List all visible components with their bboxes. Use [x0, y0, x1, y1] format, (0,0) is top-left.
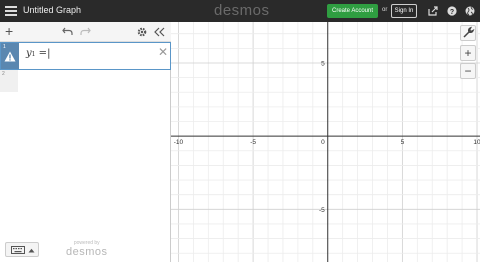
expression-equals: = — [38, 48, 48, 59]
graph-settings-button[interactable] — [460, 25, 476, 41]
expression-toolbar: + — [0, 22, 171, 42]
graph-title[interactable]: Untitled Graph — [23, 5, 81, 15]
expression-index: 2 — [2, 71, 5, 77]
share-icon[interactable] — [428, 6, 438, 16]
x-tick-label: -5 — [250, 139, 256, 146]
top-bar: Untitled Graph desmos Create Account or … — [0, 0, 480, 22]
powered-by-brand: desmos — [66, 246, 108, 258]
x-tick-label: -10 — [174, 139, 184, 146]
y-tick-label: 5 — [321, 60, 325, 67]
svg-text:?: ? — [450, 9, 454, 16]
caret-up-icon — [28, 248, 35, 253]
keypad-toggle-button[interactable] — [5, 242, 39, 257]
zoom-out-button[interactable]: − — [460, 63, 476, 79]
expression-list-panel: + 1 y1 =| ✕ 2 powered by desmos — [0, 22, 171, 262]
expression-gutter: 1 — [1, 43, 19, 69]
or-label: or — [382, 7, 388, 13]
delete-expression-icon[interactable]: ✕ — [158, 45, 168, 59]
expression-input[interactable]: y1 =| — [26, 48, 50, 59]
x-tick-label: 5 — [401, 139, 405, 146]
create-account-button[interactable]: Create Account — [327, 4, 378, 18]
expression-index: 1 — [3, 44, 6, 50]
brand-logo: desmos — [214, 2, 270, 19]
expression-subscript: 1 — [31, 51, 36, 58]
x-tick-label: 0 — [321, 139, 325, 146]
undo-icon[interactable] — [62, 27, 73, 36]
settings-gear-icon[interactable] — [137, 27, 147, 37]
sign-in-button[interactable]: Sign In — [391, 4, 417, 18]
hamburger-menu-icon[interactable] — [5, 4, 17, 18]
new-expression-row[interactable]: 2 — [0, 70, 18, 92]
keyboard-icon — [11, 246, 25, 254]
y-tick-label: -5 — [319, 207, 325, 214]
redo-icon[interactable] — [80, 27, 91, 36]
graph-canvas[interactable]: -10 -5 0 5 10 5 -5 — [171, 22, 480, 262]
text-cursor: | — [47, 48, 51, 59]
warning-icon[interactable] — [4, 51, 16, 62]
x-tick-label: 10 — [473, 139, 480, 146]
globe-icon[interactable] — [465, 6, 475, 16]
help-icon[interactable]: ? — [447, 6, 457, 16]
expression-row[interactable]: 1 y1 =| ✕ — [0, 42, 171, 70]
add-item-icon[interactable]: + — [5, 24, 13, 38]
powered-by-logo: powered by desmos — [66, 240, 108, 258]
wrench-icon — [463, 26, 475, 38]
zoom-in-button[interactable]: + — [460, 45, 476, 61]
collapse-list-icon[interactable] — [154, 27, 165, 37]
graph-paper[interactable]: -10 -5 0 5 10 5 -5 + − — [171, 22, 480, 262]
